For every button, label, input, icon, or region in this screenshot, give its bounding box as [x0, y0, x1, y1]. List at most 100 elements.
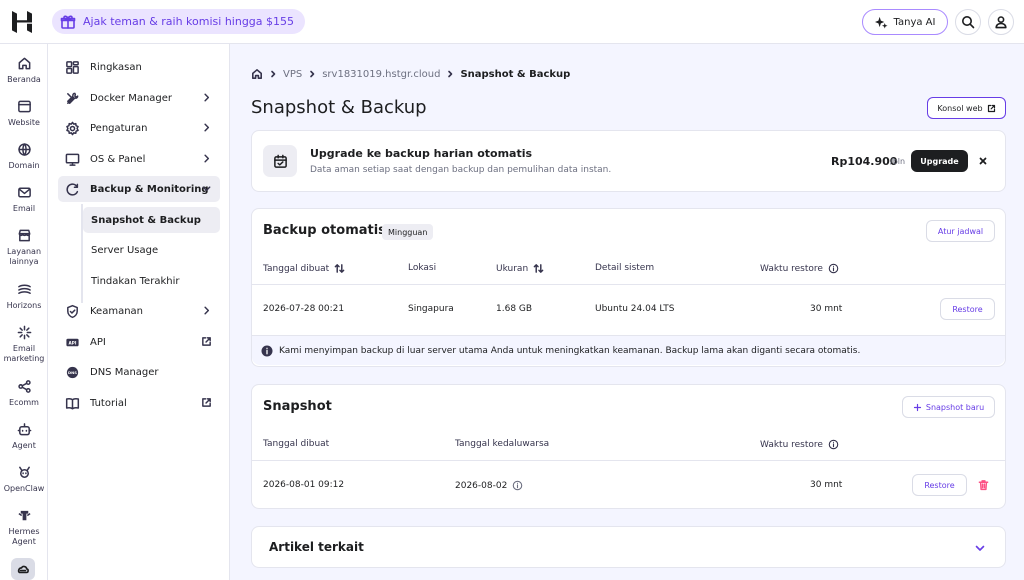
nav-item-docker[interactable]: Docker Manager — [58, 85, 220, 111]
search-icon — [962, 16, 975, 29]
rail-item-agent[interactable]: Agent — [0, 422, 48, 451]
nav-item-keamanan[interactable]: Keamanan — [58, 298, 220, 324]
expiry-value: 2026-08-02 — [455, 480, 508, 491]
note-text: Kami menyimpan backup di luar server uta… — [279, 345, 861, 356]
nav-sub-server-usage[interactable]: Server Usage — [83, 237, 220, 263]
nav-label: Pengaturan — [90, 122, 148, 134]
rail-label: Layanan lainnya — [6, 247, 42, 266]
mail-icon — [17, 187, 31, 198]
column-header-restore-time: Waktu restore — [760, 263, 839, 274]
svg-text:DNS: DNS — [68, 371, 77, 375]
rail-item-vps-active[interactable] — [11, 558, 35, 580]
rail-item-openclaw[interactable]: OpenClaw — [0, 465, 48, 494]
monitor-icon — [65, 153, 80, 166]
rail-label: Ecomm — [9, 398, 39, 407]
schedule-button[interactable]: Atur jadwal — [926, 220, 995, 242]
upgrade-title: Upgrade ke backup harian otomatis — [310, 147, 533, 160]
column-header-system: Detail sistem — [595, 263, 654, 273]
ai-sparkle-icon — [874, 16, 888, 29]
user-icon — [995, 16, 1007, 29]
rail-label: Hermes Agent — [8, 527, 40, 546]
external-link-icon — [987, 104, 995, 112]
nav-sub-tindakan-terakhir[interactable]: Tindakan Terakhir — [83, 268, 220, 294]
web-console-label: Konsol web — [937, 103, 983, 113]
upgrade-price: Rp104.900 — [831, 155, 898, 168]
nav-item-os-panel[interactable]: OS & Panel — [58, 146, 220, 172]
breadcrumb-server[interactable]: srv1831019.hstgr.cloud — [322, 69, 440, 80]
search-button[interactable] — [955, 9, 981, 35]
nav-item-dns-manager[interactable]: DNS DNS Manager — [58, 359, 220, 385]
rail-item-beranda[interactable]: Beranda — [0, 56, 48, 85]
schedule-label: Atur jadwal — [937, 226, 984, 236]
trash-icon[interactable] — [978, 479, 989, 491]
rail-item-email-marketing[interactable]: Email marketing — [0, 325, 48, 364]
plus-icon — [913, 403, 921, 411]
sort-icon — [533, 264, 544, 273]
nav-label: API — [90, 336, 106, 348]
restore-button[interactable]: Restore — [940, 298, 995, 320]
sort-icon — [334, 264, 345, 273]
backup-info-note: Kami menyimpan backup di luar server uta… — [252, 335, 1005, 365]
calendar-icon-tile — [263, 145, 297, 177]
new-snapshot-button[interactable]: Snapshot baru — [902, 396, 995, 418]
referral-promo-button[interactable]: Ajak teman & raih komisi hingga $155 — [52, 9, 306, 34]
column-header-size[interactable]: Ukuran — [496, 263, 544, 274]
close-icon[interactable] — [977, 155, 989, 167]
web-console-button[interactable]: Konsol web — [927, 97, 1006, 119]
ask-ai-button[interactable]: Tanya AI — [862, 9, 948, 35]
nav-item-pengaturan[interactable]: Pengaturan — [58, 115, 220, 141]
home-icon[interactable] — [251, 68, 263, 80]
rail-item-ecomm[interactable]: Ecomm — [0, 379, 48, 408]
promo-text: Ajak teman & raih komisi hingga $155 — [83, 15, 295, 28]
hostinger-logo-icon[interactable] — [12, 11, 32, 33]
column-header-restore-time: Waktu restore — [760, 439, 839, 450]
column-header-expiry: Tanggal kedaluwarsa — [455, 439, 549, 449]
info-icon[interactable] — [512, 480, 523, 491]
chevron-down-icon[interactable] — [974, 542, 986, 554]
api-icon: API — [66, 338, 79, 346]
info-icon[interactable] — [828, 263, 839, 274]
rail-item-domain[interactable]: Domain — [0, 142, 48, 171]
column-label: Waktu restore — [760, 263, 823, 274]
rail-item-hermes[interactable]: Hermes Agent — [0, 508, 48, 547]
related-articles-card[interactable]: Artikel terkait — [251, 526, 1006, 568]
nav-item-tutorial[interactable]: Tutorial — [58, 390, 220, 416]
dns-icon: DNS — [66, 366, 79, 378]
info-icon[interactable] — [828, 439, 839, 450]
column-label: Ukuran — [496, 263, 529, 274]
rail-item-horizons[interactable]: Horizons — [0, 282, 48, 311]
upgrade-period: /bln — [890, 157, 906, 166]
upgrade-description: Data aman setiap saat dengan backup dan … — [310, 165, 612, 175]
nav-item-api[interactable]: API API — [58, 329, 220, 355]
nav-sub-snapshot-backup[interactable]: Snapshot & Backup — [83, 207, 220, 233]
column-header-date: Tanggal dibuat — [263, 439, 329, 449]
column-label: Tanggal dibuat — [263, 439, 330, 449]
nav-label: Backup & Monitoring — [90, 183, 209, 195]
rail-item-email[interactable]: Email — [0, 185, 48, 214]
nav-label: DNS Manager — [90, 366, 159, 378]
rail-label: Website — [8, 118, 40, 127]
nav-item-ringkasan[interactable]: Ringkasan — [58, 54, 220, 80]
chevron-right-icon — [204, 306, 210, 315]
breadcrumb-vps[interactable]: VPS — [283, 69, 302, 80]
restore-button[interactable]: Restore — [912, 474, 967, 496]
cell-location: Singapura — [408, 304, 454, 314]
globe-icon — [17, 143, 31, 156]
rail-item-website[interactable]: Website — [0, 99, 48, 128]
cell-system: Ubuntu 24.04 LTS — [595, 304, 675, 314]
home-icon — [18, 57, 30, 70]
breadcrumb: VPS srv1831019.hstgr.cloud Snapshot & Ba… — [251, 67, 570, 81]
nav-item-backup-monitoring[interactable]: Backup & Monitoring — [58, 176, 220, 202]
divider — [252, 284, 1005, 285]
vps-sidebar: Ringkasan Docker Manager Pengaturan OS &… — [48, 44, 230, 580]
nav-label: OS & Panel — [90, 153, 146, 165]
rail-item-layanan[interactable]: Layanan lainnya — [0, 228, 48, 267]
cell-restore-time: 30 mnt — [810, 480, 843, 490]
cloud-server-icon — [17, 565, 29, 574]
column-header-date[interactable]: Tanggal dibuat — [263, 263, 345, 274]
account-button[interactable] — [988, 9, 1014, 35]
new-snapshot-label: Snapshot baru — [925, 402, 985, 412]
top-bar: Ajak teman & raih komisi hingga $155 Tan… — [0, 0, 1024, 44]
chevron-right-icon — [204, 123, 210, 132]
upgrade-button[interactable]: Upgrade — [911, 150, 968, 172]
